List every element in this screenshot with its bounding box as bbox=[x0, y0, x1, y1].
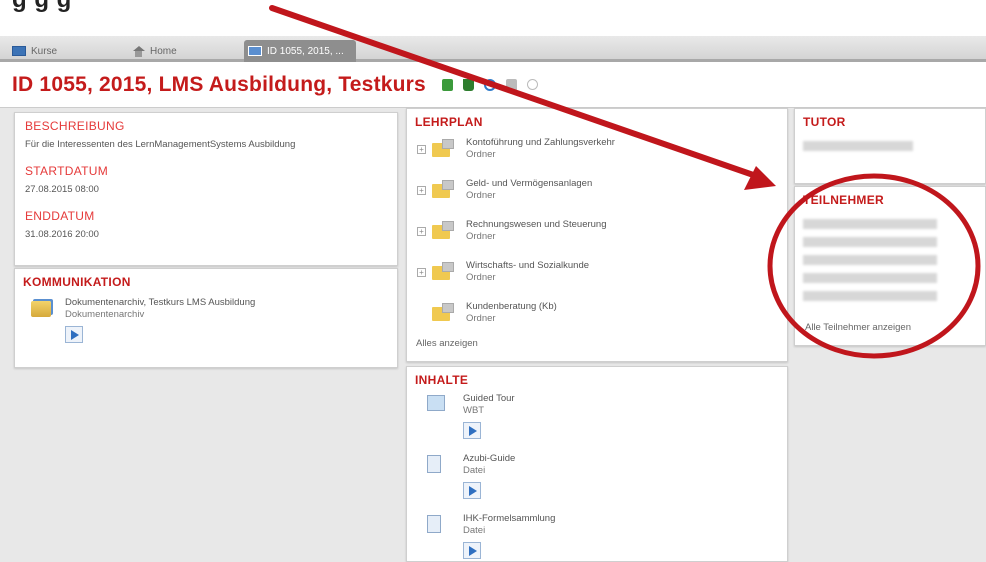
play-button[interactable] bbox=[463, 482, 481, 499]
download-icon[interactable] bbox=[462, 78, 474, 91]
folder-icon bbox=[432, 180, 454, 198]
expand-icon[interactable]: + bbox=[417, 268, 426, 277]
item-name[interactable]: Guided Tour bbox=[463, 393, 515, 404]
item-name[interactable]: Wirtschafts- und Sozialkunde bbox=[466, 260, 589, 271]
list-item[interactable]: + Kontoführung und Zahlungsverkehr Ordner bbox=[415, 137, 779, 160]
blurred-tutor-name[interactable] bbox=[803, 141, 913, 151]
tab-label: Home bbox=[150, 45, 177, 57]
title-toolbar bbox=[441, 78, 538, 91]
blurred-participant[interactable] bbox=[803, 273, 937, 283]
tab-bar: Kurse Home ID 1055, 2015, ... bbox=[0, 36, 986, 62]
item-name[interactable]: Geld- und Vermögensanlagen bbox=[466, 178, 592, 189]
tab-label: ID 1055, 2015, ... bbox=[267, 45, 344, 57]
startdatum-value: 27.08.2015 08:00 bbox=[25, 184, 99, 195]
list-item[interactable]: Kundenberatung (Kb) Ordner bbox=[432, 301, 779, 324]
item-type: Ordner bbox=[466, 313, 496, 324]
folder-icon bbox=[432, 262, 454, 280]
item-type: Datei bbox=[463, 465, 486, 476]
file-icon bbox=[427, 515, 441, 533]
blurred-participant[interactable] bbox=[803, 237, 937, 247]
list-item[interactable]: + Geld- und Vermögensanlagen Ordner bbox=[415, 178, 779, 201]
inhalte-panel: INHALTE Guided Tour WBT Azubi-Guide Date… bbox=[406, 366, 788, 562]
beschreibung-text: Für die Interessenten des LernManagement… bbox=[25, 139, 296, 150]
page-title: ID 1055, 2015, LMS Ausbildung, Testkurs bbox=[12, 72, 426, 96]
blurred-participant[interactable] bbox=[803, 219, 937, 229]
lock-icon[interactable] bbox=[505, 78, 517, 91]
list-item[interactable]: + Wirtschafts- und Sozialkunde Ordner bbox=[415, 260, 779, 283]
course-info-panel: BESCHREIBUNG Für die Interessenten des L… bbox=[14, 112, 398, 266]
play-button[interactable] bbox=[65, 326, 83, 343]
tab-home[interactable]: Home bbox=[128, 40, 228, 62]
lehrplan-heading: LEHRPLAN bbox=[415, 115, 483, 129]
expand-icon[interactable]: + bbox=[417, 186, 426, 195]
course-list-icon bbox=[248, 46, 262, 56]
tab-course-id-1055[interactable]: ID 1055, 2015, ... bbox=[244, 40, 356, 62]
item-name[interactable]: Dokumentenarchiv, Testkurs LMS Ausbildun… bbox=[65, 297, 255, 308]
file-icon bbox=[427, 455, 441, 473]
archive-icon bbox=[31, 301, 51, 317]
play-button[interactable] bbox=[463, 422, 481, 439]
folder-icon bbox=[432, 139, 454, 157]
kommunikation-heading: KOMMUNIKATION bbox=[23, 275, 131, 289]
item-type: Ordner bbox=[466, 231, 496, 242]
teilnehmer-heading: TEILNEHMER bbox=[803, 193, 884, 207]
item-name[interactable]: IHK-Formelsammlung bbox=[463, 513, 555, 524]
kommunikation-panel: KOMMUNIKATION Dokumentenarchiv, Testkurs… bbox=[14, 268, 398, 368]
item-type: WBT bbox=[463, 405, 485, 416]
item-type: Ordner bbox=[466, 149, 496, 160]
folder-icon bbox=[432, 221, 454, 239]
blurred-participant[interactable] bbox=[803, 255, 937, 265]
expand-icon[interactable]: + bbox=[417, 145, 426, 154]
home-icon bbox=[132, 45, 145, 57]
item-name[interactable]: Kundenberatung (Kb) bbox=[466, 301, 557, 312]
wbt-icon bbox=[427, 395, 445, 411]
course-list-icon bbox=[12, 46, 26, 56]
show-all-link[interactable]: Alles anzeigen bbox=[416, 338, 478, 349]
tutor-heading: TUTOR bbox=[803, 115, 846, 129]
list-item[interactable]: Guided Tour WBT bbox=[415, 393, 779, 439]
lehrplan-panel: LEHRPLAN + Kontoführung und Zahlungsverk… bbox=[406, 108, 788, 362]
enddatum-heading: ENDDATUM bbox=[25, 209, 95, 223]
enddatum-value: 31.08.2016 20:00 bbox=[25, 229, 99, 240]
list-item[interactable]: Azubi-Guide Datei bbox=[415, 453, 779, 499]
list-item[interactable]: + Rechnungswesen und Steuerung Ordner bbox=[415, 219, 779, 242]
teilnehmer-panel: TEILNEHMER Alle Teilnehmer anzeigen bbox=[794, 186, 986, 346]
tutor-panel: TUTOR bbox=[794, 108, 986, 184]
list-item[interactable]: IHK-Formelsammlung Datei bbox=[415, 513, 779, 559]
item-type: Ordner bbox=[466, 272, 496, 283]
item-name[interactable]: Azubi-Guide bbox=[463, 453, 515, 464]
expand-icon[interactable]: + bbox=[417, 227, 426, 236]
item-name[interactable]: Kontoführung und Zahlungsverkehr bbox=[466, 137, 615, 148]
item-type: Datei bbox=[463, 525, 486, 536]
screenshot-stage: { "caption_top": "g g g", "tabs": [ {"la… bbox=[0, 0, 986, 562]
item-type: Ordner bbox=[466, 190, 496, 201]
tab-kurse[interactable]: Kurse bbox=[8, 40, 118, 62]
inhalte-heading: INHALTE bbox=[415, 373, 469, 387]
item-type: Dokumentenarchiv bbox=[65, 309, 145, 320]
tab-label: Kurse bbox=[31, 45, 58, 57]
show-all-participants-link[interactable]: Alle Teilnehmer anzeigen bbox=[805, 322, 911, 333]
info-icon[interactable] bbox=[526, 79, 538, 90]
course-header: ID 1055, 2015, LMS Ausbildung, Testkurs bbox=[0, 62, 986, 108]
startdatum-heading: STARTDATUM bbox=[25, 164, 108, 178]
beschreibung-heading: BESCHREIBUNG bbox=[25, 119, 125, 133]
blurred-participant[interactable] bbox=[803, 291, 937, 301]
list-item[interactable]: Dokumentenarchiv, Testkurs LMS Ausbildun… bbox=[31, 297, 389, 343]
cropped-caption: g g g bbox=[12, 0, 72, 14]
refresh-icon[interactable] bbox=[483, 78, 496, 91]
play-button[interactable] bbox=[463, 542, 481, 559]
folder-icon bbox=[432, 303, 454, 321]
export-icon[interactable] bbox=[441, 78, 453, 91]
item-name[interactable]: Rechnungswesen und Steuerung bbox=[466, 219, 607, 230]
